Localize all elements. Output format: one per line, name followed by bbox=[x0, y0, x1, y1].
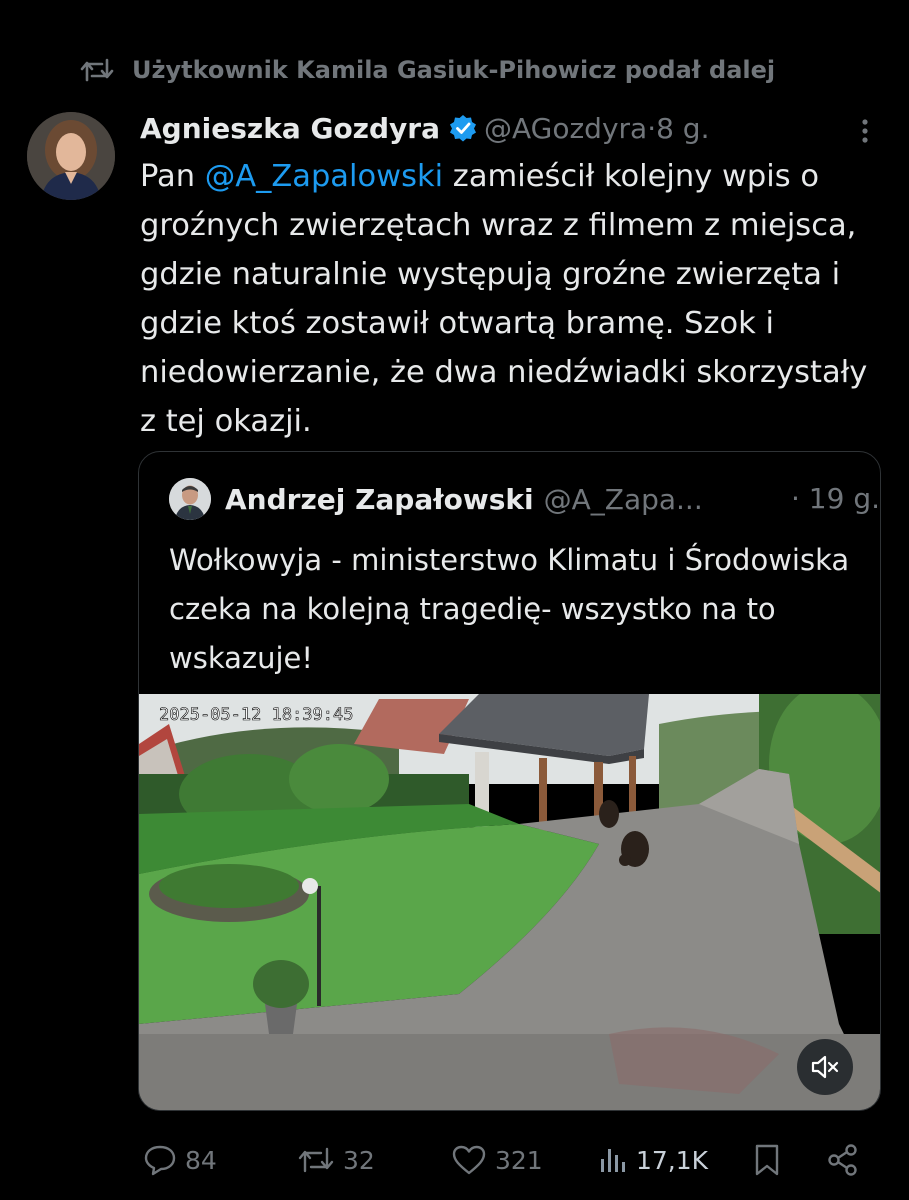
retweet-icon bbox=[80, 58, 114, 82]
retweet-header-text[interactable]: Użytkownik Kamila Gasiuk-Pihowicz podał … bbox=[132, 56, 775, 84]
bookmark-icon bbox=[755, 1144, 779, 1176]
video-timestamp-overlay: 2025-05-12 18:39:45 bbox=[159, 705, 353, 725]
retweet-header[interactable]: Użytkownik Kamila Gasiuk-Pihowicz podał … bbox=[80, 52, 775, 88]
verified-badge-icon bbox=[449, 115, 476, 142]
reply-icon bbox=[144, 1145, 176, 1176]
video-player[interactable]: 2025-05-12 18:39:45 bbox=[139, 694, 880, 1110]
reply-button[interactable]: 84 bbox=[143, 1135, 217, 1185]
tweet-text: Pan @A_Zapalowski zamieścił kolejny wpis… bbox=[140, 152, 885, 446]
time-separator: · bbox=[647, 111, 657, 145]
tweet-text-body: zamieścił kolejny wpis o groźnych zwierz… bbox=[140, 159, 868, 439]
quoted-tweet-text: Wołkowyja - ministerstwo Klimatu i Środo… bbox=[169, 543, 850, 675]
tweet-action-bar: 84 32 321 17,1K bbox=[0, 1135, 909, 1185]
mute-button[interactable] bbox=[797, 1039, 853, 1095]
author-handle[interactable]: @AGozdyra bbox=[484, 112, 647, 145]
views-icon bbox=[601, 1149, 625, 1172]
retweet-icon bbox=[298, 1147, 334, 1173]
views-button[interactable]: 17,1K bbox=[598, 1135, 708, 1185]
reply-count: 84 bbox=[185, 1145, 217, 1175]
mention-link[interactable]: @A_Zapalowski bbox=[205, 159, 443, 194]
video-frame: 2025-05-12 18:39:45 bbox=[139, 694, 880, 1110]
like-button[interactable]: 321 bbox=[451, 1135, 543, 1185]
repost-button[interactable]: 32 bbox=[297, 1135, 375, 1185]
author-name[interactable]: Agnieszka Gozdyra bbox=[140, 112, 440, 145]
more-options-icon[interactable] bbox=[850, 116, 880, 146]
tweet-text-prefix: Pan bbox=[140, 159, 205, 194]
like-count: 321 bbox=[495, 1145, 543, 1175]
views-count: 17,1K bbox=[636, 1145, 709, 1175]
volume-muted-icon bbox=[811, 1055, 839, 1079]
quoted-author-handle[interactable]: @A_Zapa... bbox=[544, 483, 703, 516]
avatar-image bbox=[27, 112, 115, 200]
quoted-avatar-image bbox=[169, 478, 211, 520]
quoted-tweet-card[interactable]: Andrzej Zapałowski @A_Zapa... · 19 g. Wo… bbox=[138, 451, 881, 1111]
quoted-author-avatar[interactable] bbox=[169, 478, 211, 520]
repost-count: 32 bbox=[343, 1145, 375, 1175]
share-icon bbox=[828, 1144, 857, 1176]
quoted-author-row: Andrzej Zapałowski @A_Zapa... · 19 g. bbox=[169, 476, 880, 522]
bookmark-button[interactable] bbox=[752, 1135, 782, 1185]
author-avatar[interactable] bbox=[27, 112, 115, 200]
quoted-tweet-time[interactable]: · 19 g. bbox=[791, 476, 880, 522]
share-button[interactable] bbox=[826, 1135, 860, 1185]
tweet-time[interactable]: 8 g. bbox=[656, 112, 709, 145]
tweet-author-row: Agnieszka Gozdyra @AGozdyra · 8 g. bbox=[140, 108, 709, 148]
partial-toolbar-icon bbox=[745, 0, 795, 6]
quoted-author-name[interactable]: Andrzej Zapałowski bbox=[225, 483, 534, 516]
heart-icon bbox=[452, 1145, 486, 1175]
